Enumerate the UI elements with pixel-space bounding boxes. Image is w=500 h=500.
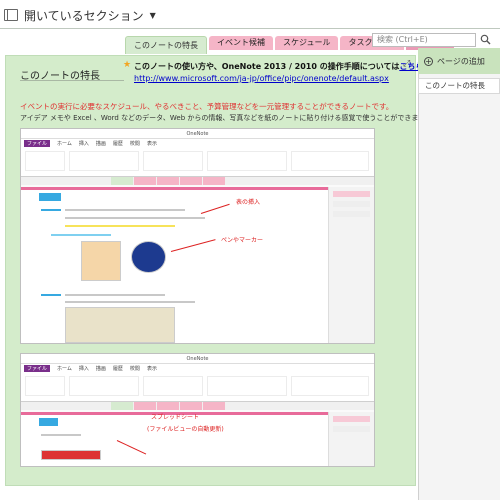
screenshot-text-line (65, 301, 195, 303)
note-prefix: このノートの使い方や、OneNote 2013 / 2010 の操作手順について… (134, 62, 400, 71)
page-list-pane (418, 48, 500, 500)
screenshot-pen-drawing (131, 241, 166, 273)
add-page-label: ページの追加 (437, 56, 485, 66)
ribbon-group (25, 151, 65, 171)
screenshot-title-band (21, 187, 328, 190)
ribbon-group (291, 151, 369, 171)
star-icon: ★ (123, 60, 132, 70)
screenshot-text-line (65, 294, 165, 296)
add-page-button[interactable]: + ページの追加 (418, 48, 500, 74)
ribbon-tab-home: ホーム (57, 140, 72, 147)
embedded-screenshot-1: OneNote ファイル ホーム 挿入 描画 履歴 校閲 表示 表の挿入 ペンや… (20, 128, 375, 344)
ribbon-group (143, 151, 203, 171)
notebook-selector[interactable]: 開いているセクション ▼ (4, 2, 156, 28)
description-highlight: イベントの実行に必要なスケジュール、やるべきこと、予算管理などを一元管理すること… (20, 102, 394, 111)
description-text: アイデア メモや Excel 、Word などのデータ、Web からの情報、写真… (20, 114, 432, 122)
ribbon-tab-file: ファイル (24, 139, 51, 147)
ribbon-tab-review: 校閲 (129, 140, 140, 147)
add-circle-icon: + (424, 56, 433, 66)
notebook-icon (4, 9, 18, 21)
screenshot-spreadsheet (41, 450, 101, 460)
screenshot-heading (39, 193, 62, 201)
ribbon-tab-draw: 描画 (95, 140, 106, 147)
callout-spreadsheet: スプレッドシート (151, 414, 200, 421)
ribbon-group (207, 151, 287, 171)
ribbon-tab-file: ファイル (24, 364, 51, 372)
ribbon-tab-draw: 描画 (95, 365, 106, 372)
embedded-screenshot-2: OneNote ファイル ホーム 挿入 描画 履歴 校閲 表示 スプレッドシート… (20, 353, 375, 467)
ribbon-tab-view: 表示 (146, 140, 157, 147)
ribbon-group (291, 376, 369, 396)
screenshot-heading (39, 418, 59, 426)
screenshot-window-title: OneNote (21, 129, 374, 139)
note-text: このノートの使い方や、OneNote 2013 / 2010 の操作手順について… (134, 61, 439, 72)
screenshot-section-tabs (21, 402, 374, 410)
screenshot-map-image (65, 307, 175, 343)
screenshot-illustration (81, 241, 121, 281)
ribbon-group (207, 376, 287, 396)
screenshot-section-tabs (21, 177, 374, 185)
ribbon-group (25, 376, 65, 396)
callout-spreadsheet-sub: (ファイルビューの自動更新) (147, 426, 224, 433)
screenshot-highlight-line (65, 225, 175, 227)
screenshot-ribbon-tabs: ファイル ホーム 挿入 描画 履歴 校閲 表示 (21, 364, 374, 372)
screenshot-handwriting (51, 234, 111, 236)
screenshot-text-line (41, 434, 81, 436)
callout-pen-marker: ペンやマーカー (221, 237, 264, 244)
screenshot-ribbon (21, 372, 374, 402)
help-url-link[interactable]: http://www.microsoft.com/ja-jp/office/pi… (134, 74, 389, 83)
ribbon-group (69, 376, 139, 396)
ribbon-tab-view: 表示 (146, 365, 157, 372)
ribbon-tab-insert: 挿入 (78, 140, 89, 147)
page-list-item[interactable]: このノートの特長 (418, 78, 500, 94)
ribbon-tab-home: ホーム (57, 365, 72, 372)
screenshot-text-line (65, 209, 185, 211)
screenshot-ribbon (21, 147, 374, 177)
ribbon-group (69, 151, 139, 171)
screenshot-page-list (328, 187, 374, 343)
screenshot-label (41, 209, 61, 211)
ribbon-tab-insert: 挿入 (78, 365, 89, 372)
screenshot-label (41, 294, 61, 296)
ribbon-tab-history: 履歴 (112, 140, 123, 147)
callout-insert-table: 表の挿入 (236, 199, 261, 206)
screenshot-page-list (328, 412, 374, 466)
screenshot-window-title: OneNote (21, 354, 374, 364)
screenshot-text-line (65, 217, 205, 219)
ribbon-group (143, 376, 203, 396)
notebook-title: 開いているセクション (24, 8, 144, 23)
ribbon-tab-review: 校閲 (129, 365, 140, 372)
title-divider (20, 80, 124, 81)
ribbon-tab-history: 履歴 (112, 365, 123, 372)
screenshot-ribbon-tabs: ファイル ホーム 挿入 描画 履歴 校閲 表示 (21, 139, 374, 147)
chevron-down-icon: ▼ (149, 10, 156, 20)
